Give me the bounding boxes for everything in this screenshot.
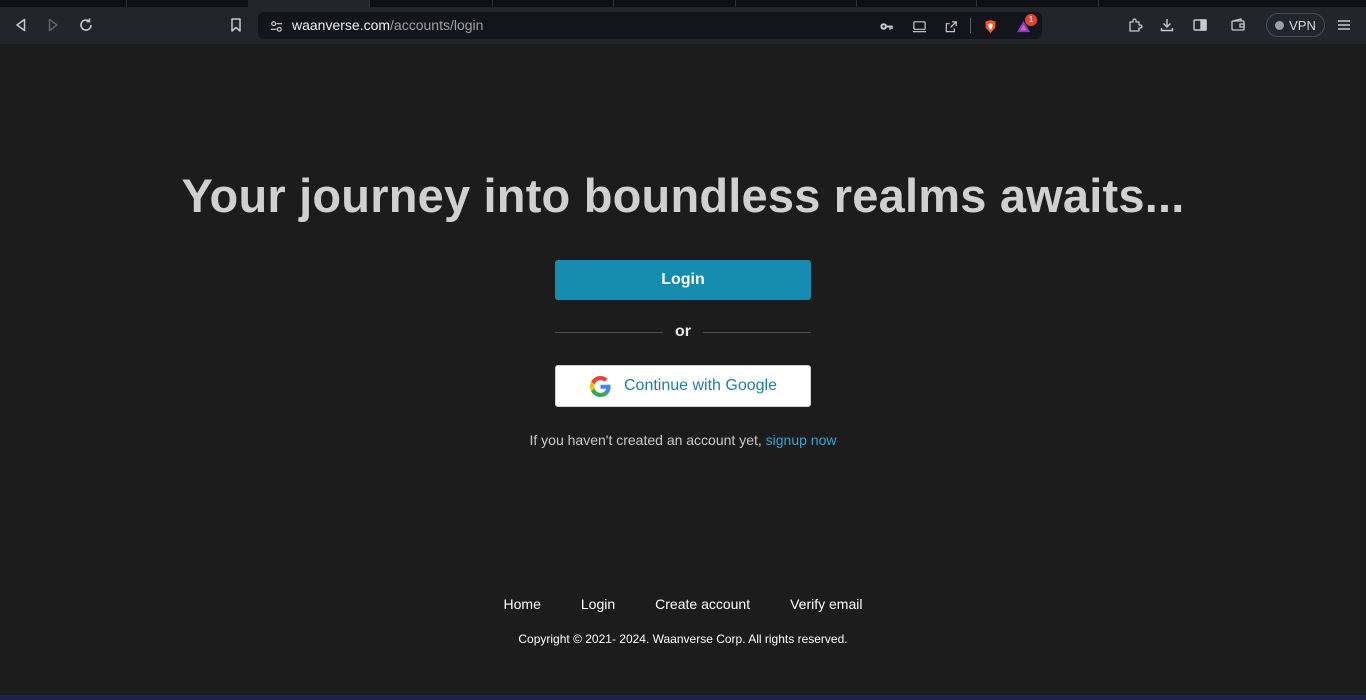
page-content: Your journey into boundless realms await… [0,44,1366,695]
login-button[interactable]: Login [555,260,811,300]
brave-shields-icon[interactable] [981,17,999,35]
address-bar-separator [970,18,971,33]
signup-link[interactable]: signup now [766,432,837,448]
url-text[interactable]: waanverse.com/accounts/login [292,17,483,33]
footer-link-login[interactable]: Login [581,596,615,612]
footer-link-home[interactable]: Home [504,596,541,612]
extensions-icon[interactable] [1124,14,1146,36]
browser-tab[interactable] [977,0,1099,7]
footer-link-verify-email[interactable]: Verify email [790,596,862,612]
browser-tab[interactable] [736,0,857,7]
url-host: waanverse.com [292,17,391,33]
google-signin-label: Continue with Google [624,377,777,394]
notification-badge: 1 [1025,14,1037,26]
brave-rewards-icon[interactable]: 1 [1014,14,1037,35]
browser-tab[interactable] [0,0,127,7]
sidebar-icon[interactable] [1189,14,1211,36]
key-icon[interactable] [877,17,895,35]
signup-prompt-text: If you haven't created an account yet, [529,432,766,448]
url-path: /accounts/login [390,17,484,33]
address-bar[interactable]: waanverse.com/accounts/login 1 [258,12,1042,39]
browser-tab[interactable] [857,0,977,7]
browser-toolbar: waanverse.com/accounts/login 1 VPN [0,7,1366,44]
google-icon [589,375,611,397]
taskbar-edge [0,695,1366,700]
signup-prompt: If you haven't created an account yet, s… [0,432,1366,448]
back-icon[interactable] [10,14,32,36]
browser-tab[interactable] [614,0,736,7]
google-signin-button[interactable]: Continue with Google [555,365,811,407]
footer-nav: Home Login Create account Verify email [0,596,1366,612]
footer-link-create-account[interactable]: Create account [655,596,750,612]
copyright-text: Copyright © 2021- 2024. Waanverse Corp. … [518,632,848,646]
page-title: Your journey into boundless realms await… [181,169,1185,222]
cast-icon[interactable] [910,17,928,35]
vpn-button[interactable]: VPN [1266,13,1325,37]
vpn-status-icon [1275,20,1285,30]
site-settings-icon[interactable] [267,17,285,35]
bookmark-icon[interactable] [225,14,247,36]
browser-tab-active[interactable] [248,0,370,7]
vpn-label: VPN [1289,17,1316,33]
forward-icon[interactable] [42,14,64,36]
divider-line-right [703,332,811,333]
share-icon[interactable] [942,17,960,35]
browser-tab[interactable] [493,0,614,7]
download-icon[interactable] [1156,14,1178,36]
menu-icon[interactable] [1333,14,1355,36]
reload-icon[interactable] [75,14,97,36]
wallet-icon[interactable] [1227,14,1249,36]
browser-tab[interactable] [370,0,493,7]
tab-strip [0,0,1366,7]
or-divider: or [555,322,811,342]
